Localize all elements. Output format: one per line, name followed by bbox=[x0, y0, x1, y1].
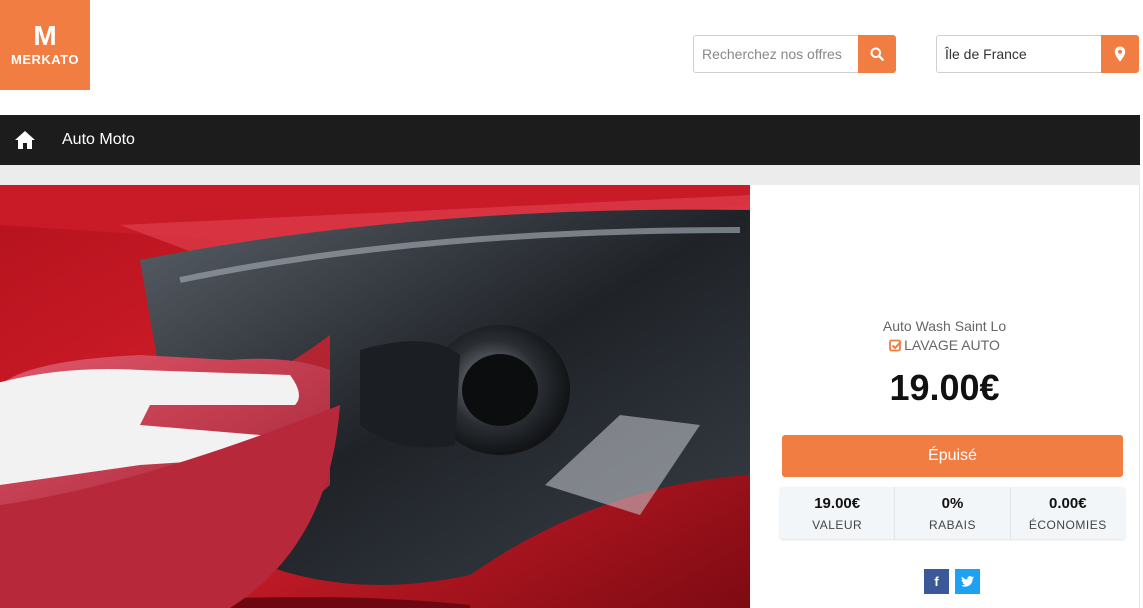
offer-category: LAVAGE AUTO bbox=[750, 337, 1139, 353]
offer-stats: 19.00€ VALEUR 0% RABAIS 0.00€ ÉCONOMIES bbox=[780, 487, 1125, 539]
search-form bbox=[693, 35, 896, 73]
search-button[interactable] bbox=[858, 35, 896, 73]
sold-out-button[interactable]: Épuisé bbox=[782, 435, 1123, 477]
share-buttons: f bbox=[924, 569, 980, 594]
stat-discount-label: RABAIS bbox=[928, 518, 976, 532]
stat-savings-label: ÉCONOMIES bbox=[1028, 518, 1107, 532]
location-selector: Île de France bbox=[936, 35, 1139, 73]
home-icon[interactable] bbox=[14, 130, 36, 150]
search-input[interactable] bbox=[693, 35, 858, 73]
nav-item-auto-moto[interactable]: Auto Moto bbox=[62, 115, 135, 165]
section-divider bbox=[0, 165, 1140, 185]
car-headlight-image bbox=[0, 185, 750, 608]
stat-value-box: 19.00€ VALEUR bbox=[780, 487, 896, 539]
facebook-icon: f bbox=[934, 574, 939, 589]
stat-savings-amount: 0.00€ bbox=[1049, 495, 1087, 512]
logo-text: MERKATO bbox=[10, 52, 80, 67]
facebook-share-button[interactable]: f bbox=[924, 569, 949, 594]
main-nav: Auto Moto bbox=[0, 115, 1140, 165]
logo-letter: M bbox=[33, 20, 57, 51]
stat-savings-box: 0.00€ ÉCONOMIES bbox=[1011, 487, 1125, 539]
location-field[interactable]: Île de France bbox=[936, 35, 1101, 73]
merchant-name[interactable]: Auto Wash Saint Lo bbox=[750, 318, 1139, 334]
location-button[interactable] bbox=[1101, 35, 1139, 73]
offer-price: 19.00€ bbox=[889, 367, 1000, 408]
merkato-logo[interactable]: M MERKATO bbox=[0, 0, 90, 90]
stat-discount-amount: 0% bbox=[941, 495, 964, 512]
stat-discount-box: 0% RABAIS bbox=[895, 487, 1011, 539]
stat-value-label: VALEUR bbox=[812, 518, 863, 532]
twitter-icon bbox=[961, 576, 974, 587]
search-icon bbox=[870, 47, 884, 61]
category-label: LAVAGE AUTO bbox=[904, 337, 1000, 353]
checkbox-icon bbox=[889, 339, 902, 351]
offer-image bbox=[0, 185, 750, 608]
map-pin-icon bbox=[1114, 46, 1126, 62]
offer-panel: Auto Wash Saint Lo LAVAGE AUTO 19.00€ Ép… bbox=[750, 185, 1140, 608]
stat-value-amount: 19.00€ bbox=[814, 495, 861, 512]
twitter-share-button[interactable] bbox=[955, 569, 980, 594]
